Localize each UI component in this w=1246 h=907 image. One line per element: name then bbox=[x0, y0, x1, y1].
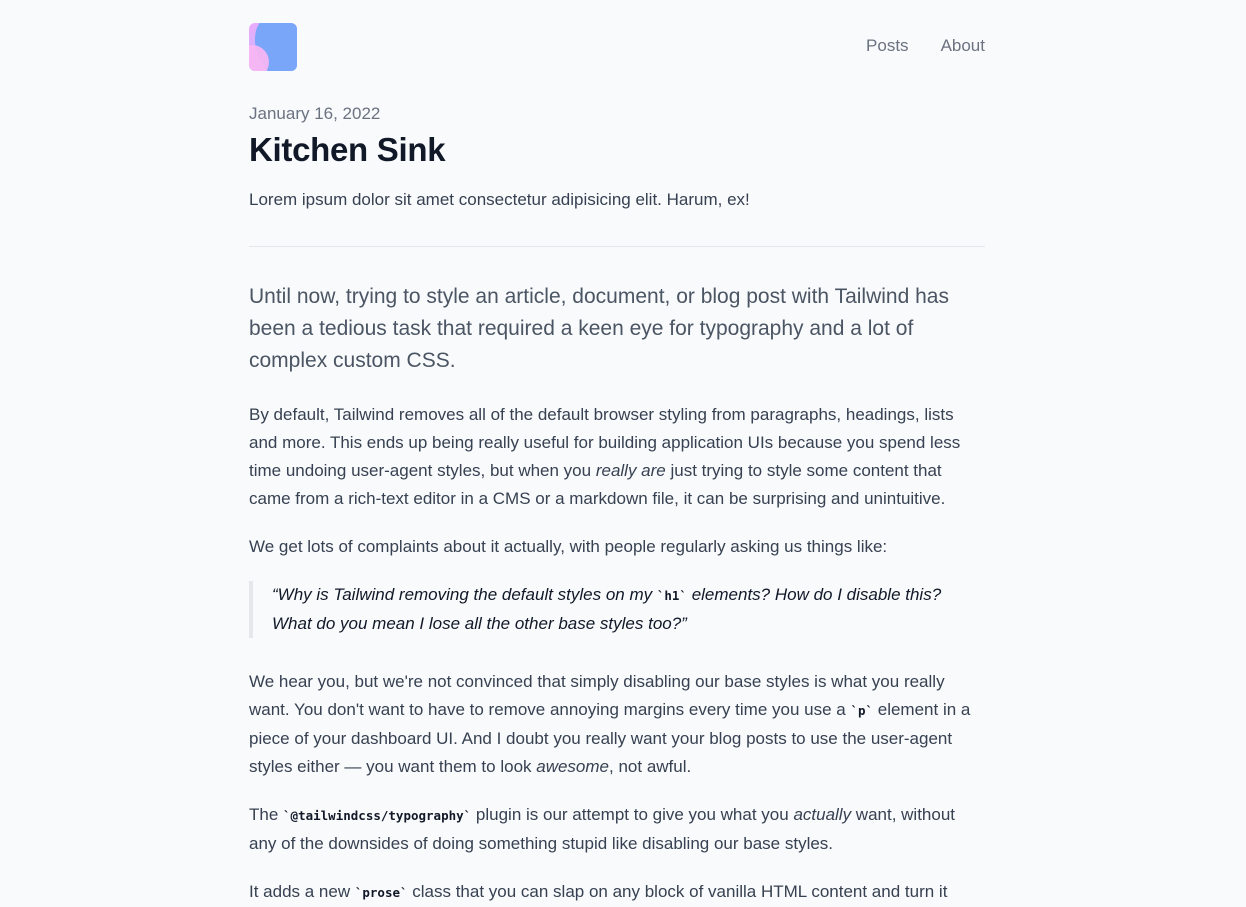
paragraph-4: The `@tailwindcss/typography` plugin is … bbox=[249, 801, 985, 858]
paragraph-5-text-a: It adds a new bbox=[249, 882, 355, 901]
site-header: Posts About bbox=[249, 0, 985, 94]
paragraph-4-text-b: plugin is our attempt to give you what y… bbox=[471, 805, 794, 824]
header-divider bbox=[249, 246, 985, 247]
paragraph-4-text-a: The bbox=[249, 805, 284, 824]
paragraph-2: We get lots of complaints about it actua… bbox=[249, 537, 888, 556]
paragraph-5-inline-code: `prose` bbox=[354, 885, 408, 900]
article-body: Until now, trying to style an article, d… bbox=[249, 281, 985, 907]
paragraph-3-text-c: , not awful. bbox=[609, 757, 692, 776]
blockquote: “Why is Tailwind removing the default st… bbox=[249, 581, 985, 638]
paragraph-3: We hear you, but we're not convinced tha… bbox=[249, 668, 985, 781]
paragraph-1: By default, Tailwind removes all of the … bbox=[249, 401, 985, 513]
paragraph-5: It adds a new `prose` class that you can… bbox=[249, 878, 985, 907]
paragraph-3-inline-code: `p` bbox=[850, 703, 874, 718]
paragraph-4-emphasis: actually bbox=[793, 805, 852, 824]
quote-text-a: “Why is Tailwind removing the default st… bbox=[272, 585, 657, 604]
paragraph-3-emphasis: awesome bbox=[536, 757, 610, 776]
lead-paragraph: Until now, trying to style an article, d… bbox=[249, 285, 949, 372]
paragraph-1-emphasis: really are bbox=[595, 461, 666, 480]
nav-item-about[interactable]: About bbox=[941, 36, 985, 56]
page-container: Posts About January 16, 2022 Kitchen Sin… bbox=[249, 0, 985, 901]
post-title: Kitchen Sink bbox=[249, 131, 446, 168]
quote-inline-code: `h1` bbox=[656, 588, 687, 603]
paragraph-3-text-a: We hear you, but we're not convinced tha… bbox=[249, 672, 945, 719]
post-subtitle: Lorem ipsum dolor sit amet consectetur a… bbox=[249, 190, 750, 209]
nav-item-posts[interactable]: Posts bbox=[866, 36, 909, 56]
post-date: January 16, 2022 bbox=[249, 104, 381, 123]
paragraph-5-text-b: class that you can slap on any block of … bbox=[407, 882, 948, 901]
site-logo[interactable] bbox=[249, 23, 297, 71]
main-nav: Posts About bbox=[866, 36, 985, 56]
paragraph-4-inline-code: `@tailwindcss/typography` bbox=[283, 808, 472, 823]
